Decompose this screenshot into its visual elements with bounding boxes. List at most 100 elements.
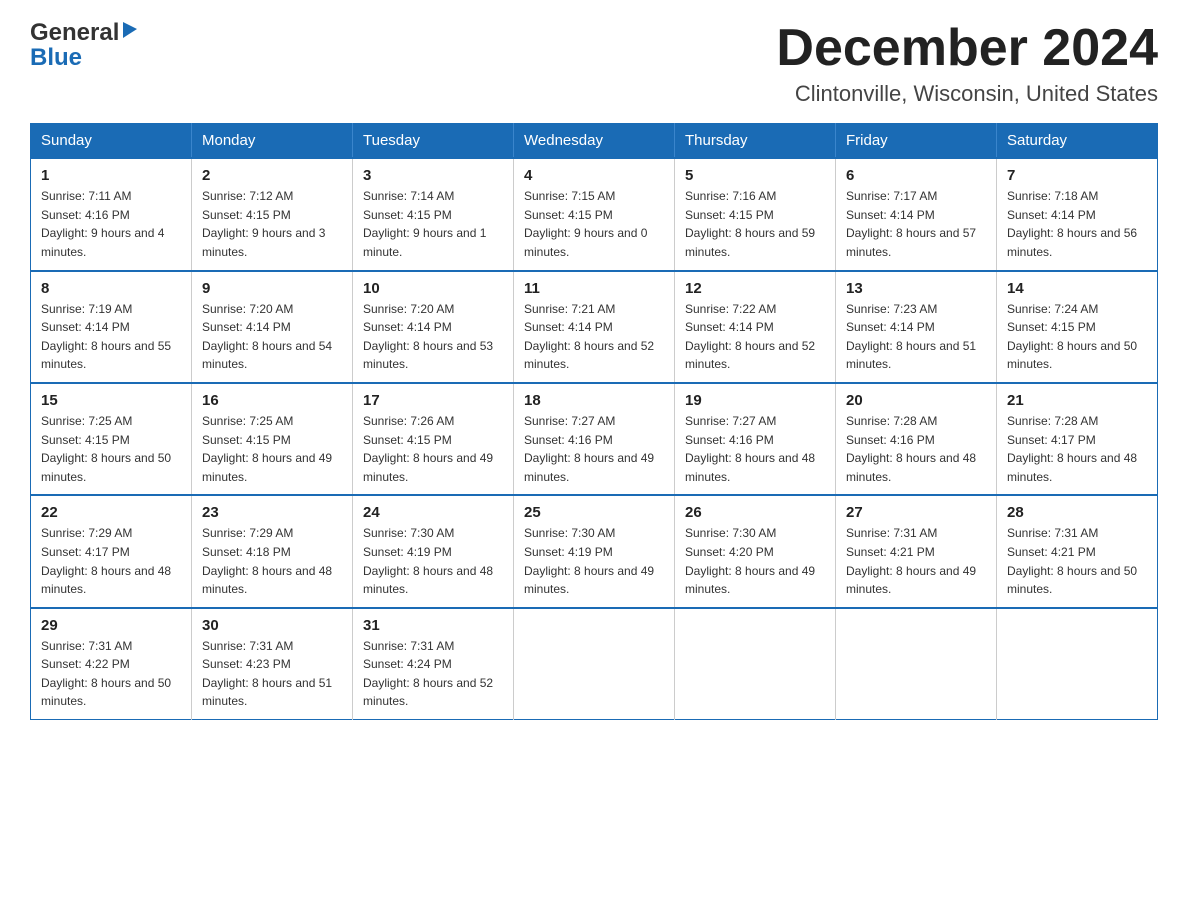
day-number: 26: [685, 504, 825, 521]
calendar-cell: 24 Sunrise: 7:30 AMSunset: 4:19 PMDayligh…: [353, 495, 514, 607]
calendar-cell: [997, 608, 1158, 720]
day-number: 13: [846, 280, 986, 297]
day-info: Sunrise: 7:14 AMSunset: 4:15 PMDaylight:…: [363, 187, 503, 261]
day-info: Sunrise: 7:24 AMSunset: 4:15 PMDaylight:…: [1007, 300, 1147, 374]
day-number: 4: [524, 167, 664, 184]
day-number: 12: [685, 280, 825, 297]
day-number: 3: [363, 167, 503, 184]
day-info: Sunrise: 7:27 AMSunset: 4:16 PMDaylight:…: [685, 412, 825, 486]
day-number: 18: [524, 392, 664, 409]
day-info: Sunrise: 7:12 AMSunset: 4:15 PMDaylight:…: [202, 187, 342, 261]
calendar-cell: 25 Sunrise: 7:30 AMSunset: 4:19 PMDayligh…: [514, 495, 675, 607]
day-info: Sunrise: 7:25 AMSunset: 4:15 PMDaylight:…: [41, 412, 181, 486]
calendar-cell: 31Sunrise: 7:31 AMSunset: 4:24 PMDayligh…: [353, 608, 514, 720]
day-number: 25: [524, 504, 664, 521]
calendar-cell: 29 Sunrise: 7:31 AMSunset: 4:22 PMDayligh…: [31, 608, 192, 720]
calendar-cell: [675, 608, 836, 720]
day-number: 2: [202, 167, 342, 184]
day-number: 10: [363, 280, 503, 297]
day-info: Sunrise: 7:30 AMSunset: 4:20 PMDaylight:…: [685, 524, 825, 598]
calendar-week-row: 15 Sunrise: 7:25 AMSunset: 4:15 PMDayligh…: [31, 383, 1158, 495]
day-number: 29: [41, 617, 181, 634]
calendar-cell: 12 Sunrise: 7:22 AMSunset: 4:14 PMDayligh…: [675, 271, 836, 383]
day-info: Sunrise: 7:31 AMSunset: 4:23 PMDaylight:…: [202, 637, 342, 711]
weekday-header-tuesday: Tuesday: [353, 124, 514, 159]
day-number: 7: [1007, 167, 1147, 184]
day-info: Sunrise: 7:25 AMSunset: 4:15 PMDaylight:…: [202, 412, 342, 486]
calendar-header-row: SundayMondayTuesdayWednesdayThursdayFrid…: [31, 124, 1158, 159]
day-number: 15: [41, 392, 181, 409]
day-info: Sunrise: 7:31 AMSunset: 4:22 PMDaylight:…: [41, 637, 181, 711]
calendar-cell: 5Sunrise: 7:16 AMSunset: 4:15 PMDaylight…: [675, 158, 836, 270]
calendar-cell: 21 Sunrise: 7:28 AMSunset: 4:17 PMDayligh…: [997, 383, 1158, 495]
calendar-cell: 11Sunrise: 7:21 AMSunset: 4:14 PMDayligh…: [514, 271, 675, 383]
page-header: General Blue December 2024 Clintonville,…: [30, 20, 1158, 107]
calendar-cell: 17 Sunrise: 7:26 AMSunset: 4:15 PMDayligh…: [353, 383, 514, 495]
day-number: 30: [202, 617, 342, 634]
day-info: Sunrise: 7:30 AMSunset: 4:19 PMDaylight:…: [524, 524, 664, 598]
day-number: 9: [202, 280, 342, 297]
day-number: 24: [363, 504, 503, 521]
calendar-week-row: 1 Sunrise: 7:11 AMSunset: 4:16 PMDaylight…: [31, 158, 1158, 270]
calendar-cell: 7 Sunrise: 7:18 AMSunset: 4:14 PMDaylight…: [997, 158, 1158, 270]
logo-blue-text: Blue: [30, 44, 82, 72]
calendar-cell: 1 Sunrise: 7:11 AMSunset: 4:16 PMDaylight…: [31, 158, 192, 270]
day-number: 23: [202, 504, 342, 521]
calendar-cell: 23 Sunrise: 7:29 AMSunset: 4:18 PMDayligh…: [192, 495, 353, 607]
calendar-week-row: 22Sunrise: 7:29 AMSunset: 4:17 PMDayligh…: [31, 495, 1158, 607]
month-title: December 2024: [776, 20, 1158, 77]
day-info: Sunrise: 7:16 AMSunset: 4:15 PMDaylight:…: [685, 187, 825, 261]
weekday-header-friday: Friday: [836, 124, 997, 159]
calendar-cell: [514, 608, 675, 720]
day-info: Sunrise: 7:11 AMSunset: 4:16 PMDaylight:…: [41, 187, 181, 261]
calendar-cell: 30 Sunrise: 7:31 AMSunset: 4:23 PMDayligh…: [192, 608, 353, 720]
day-info: Sunrise: 7:17 AMSunset: 4:14 PMDaylight:…: [846, 187, 986, 261]
day-number: 1: [41, 167, 181, 184]
day-info: Sunrise: 7:27 AMSunset: 4:16 PMDaylight:…: [524, 412, 664, 486]
calendar-cell: 16 Sunrise: 7:25 AMSunset: 4:15 PMDayligh…: [192, 383, 353, 495]
day-info: Sunrise: 7:29 AMSunset: 4:18 PMDaylight:…: [202, 524, 342, 598]
day-info: Sunrise: 7:26 AMSunset: 4:15 PMDaylight:…: [363, 412, 503, 486]
calendar-cell: 8Sunrise: 7:19 AMSunset: 4:14 PMDaylight…: [31, 271, 192, 383]
weekday-header-thursday: Thursday: [675, 124, 836, 159]
day-info: Sunrise: 7:31 AMSunset: 4:21 PMDaylight:…: [1007, 524, 1147, 598]
day-info: Sunrise: 7:31 AMSunset: 4:21 PMDaylight:…: [846, 524, 986, 598]
logo-general-text: General: [30, 20, 119, 46]
calendar-cell: 26 Sunrise: 7:30 AMSunset: 4:20 PMDayligh…: [675, 495, 836, 607]
day-info: Sunrise: 7:28 AMSunset: 4:17 PMDaylight:…: [1007, 412, 1147, 486]
calendar-table: SundayMondayTuesdayWednesdayThursdayFrid…: [30, 123, 1158, 720]
title-block: December 2024 Clintonville, Wisconsin, U…: [776, 20, 1158, 107]
calendar-week-row: 8Sunrise: 7:19 AMSunset: 4:14 PMDaylight…: [31, 271, 1158, 383]
day-number: 11: [524, 280, 664, 297]
day-info: Sunrise: 7:23 AMSunset: 4:14 PMDaylight:…: [846, 300, 986, 374]
day-info: Sunrise: 7:30 AMSunset: 4:19 PMDaylight:…: [363, 524, 503, 598]
day-number: 8: [41, 280, 181, 297]
day-info: Sunrise: 7:15 AMSunset: 4:15 PMDaylight:…: [524, 187, 664, 261]
day-info: Sunrise: 7:29 AMSunset: 4:17 PMDaylight:…: [41, 524, 181, 598]
calendar-cell: 2 Sunrise: 7:12 AMSunset: 4:15 PMDaylight…: [192, 158, 353, 270]
logo[interactable]: General Blue: [30, 20, 139, 72]
day-info: Sunrise: 7:22 AMSunset: 4:14 PMDaylight:…: [685, 300, 825, 374]
day-info: Sunrise: 7:31 AMSunset: 4:24 PMDaylight:…: [363, 637, 503, 711]
calendar-week-row: 29 Sunrise: 7:31 AMSunset: 4:22 PMDayligh…: [31, 608, 1158, 720]
day-number: 19: [685, 392, 825, 409]
calendar-cell: 28 Sunrise: 7:31 AMSunset: 4:21 PMDayligh…: [997, 495, 1158, 607]
day-number: 27: [846, 504, 986, 521]
day-number: 17: [363, 392, 503, 409]
day-number: 28: [1007, 504, 1147, 521]
day-number: 14: [1007, 280, 1147, 297]
day-number: 6: [846, 167, 986, 184]
day-number: 16: [202, 392, 342, 409]
calendar-cell: 20 Sunrise: 7:28 AMSunset: 4:16 PMDayligh…: [836, 383, 997, 495]
calendar-cell: 13 Sunrise: 7:23 AMSunset: 4:14 PMDayligh…: [836, 271, 997, 383]
day-info: Sunrise: 7:18 AMSunset: 4:14 PMDaylight:…: [1007, 187, 1147, 261]
day-info: Sunrise: 7:20 AMSunset: 4:14 PMDaylight:…: [202, 300, 342, 374]
weekday-header-wednesday: Wednesday: [514, 124, 675, 159]
calendar-cell: [836, 608, 997, 720]
calendar-cell: 9 Sunrise: 7:20 AMSunset: 4:14 PMDaylight…: [192, 271, 353, 383]
calendar-cell: 18 Sunrise: 7:27 AMSunset: 4:16 PMDayligh…: [514, 383, 675, 495]
calendar-cell: 3 Sunrise: 7:14 AMSunset: 4:15 PMDaylight…: [353, 158, 514, 270]
day-number: 20: [846, 392, 986, 409]
day-number: 21: [1007, 392, 1147, 409]
day-info: Sunrise: 7:28 AMSunset: 4:16 PMDaylight:…: [846, 412, 986, 486]
